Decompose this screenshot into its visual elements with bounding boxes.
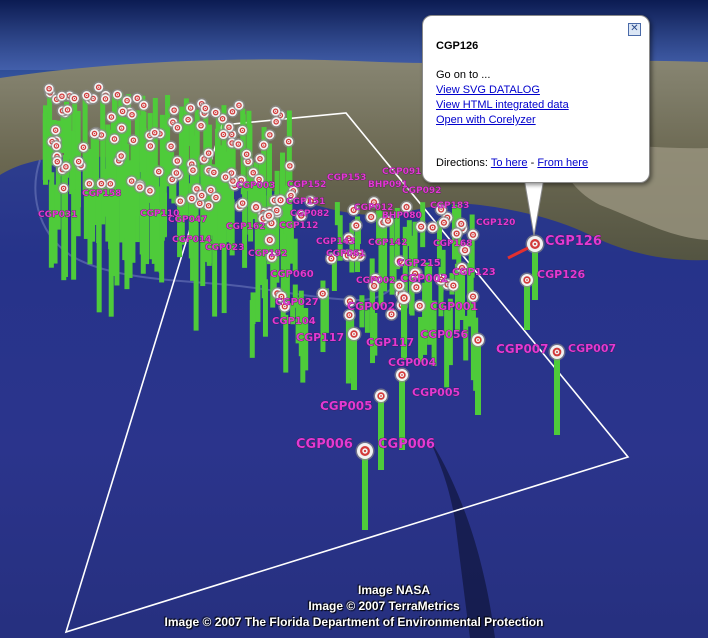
- station-label[interactable]: CGP123: [452, 267, 496, 279]
- balloon-title: CGP126: [436, 40, 479, 52]
- station-label[interactable]: CGP151: [286, 197, 326, 208]
- station-label[interactable]: BHP091: [368, 180, 408, 191]
- station-label[interactable]: CGP027: [275, 297, 319, 309]
- station-label[interactable]: CGP005: [412, 386, 461, 400]
- station-label[interactable]: CGP142: [368, 238, 408, 249]
- station-label[interactable]: CGP061: [326, 249, 366, 260]
- station-label[interactable]: CGP104: [272, 316, 316, 328]
- station-label[interactable]: CGP162: [226, 222, 266, 233]
- to-here-link[interactable]: To here: [491, 157, 528, 169]
- station-label[interactable]: CGP091: [382, 167, 422, 178]
- directions-row: Directions: To here - From here: [436, 157, 588, 169]
- station-label[interactable]: CGP005: [320, 399, 373, 414]
- attribution-line: Image NASA: [357, 583, 431, 597]
- station-label[interactable]: CGP192: [248, 249, 288, 260]
- map-view[interactable]: CGP126 CGP126 CGP007 CGP007 CGP006 CGP006 CGP0…: [0, 0, 708, 638]
- view-svg-datalog-link[interactable]: View SVG DATALOG: [436, 83, 569, 98]
- open-corelyzer-link[interactable]: Open with Corelyzer: [436, 113, 569, 128]
- station-label[interactable]: CGP082: [290, 209, 330, 220]
- station-label[interactable]: CGP002: [400, 272, 449, 286]
- station-label[interactable]: CGP006: [296, 437, 353, 453]
- station-label[interactable]: CGP023: [205, 243, 245, 254]
- go-on-label: Go on to ...: [436, 69, 491, 81]
- station-label[interactable]: CGP126: [537, 268, 586, 282]
- station-label[interactable]: CGP012: [354, 203, 394, 214]
- close-icon[interactable]: ✕: [628, 23, 641, 36]
- directions-separator: -: [530, 157, 535, 169]
- directions-label: Directions:: [436, 157, 488, 169]
- station-label[interactable]: CGP158: [82, 189, 122, 200]
- from-here-link[interactable]: From here: [537, 157, 588, 169]
- station-label[interactable]: CGP056: [420, 328, 469, 342]
- station-label[interactable]: CGP183: [430, 201, 470, 212]
- station-label[interactable]: CGP152: [287, 180, 327, 191]
- attribution-line: Image © 2007 TerraMetrics: [308, 599, 460, 613]
- station-label[interactable]: CGP117: [296, 331, 345, 345]
- station-label[interactable]: CGP007: [496, 342, 549, 357]
- station-label[interactable]: CGP092: [402, 186, 442, 197]
- station-label[interactable]: CGP143: [316, 237, 356, 248]
- station-label[interactable]: CGP004: [388, 356, 437, 370]
- balloon-tail: [523, 178, 545, 237]
- info-balloon: ✕ CGP126 Go on to ... View SVG DATALOG V…: [422, 15, 650, 183]
- station-label[interactable]: CGP001: [430, 300, 479, 314]
- station-label[interactable]: CGP007: [568, 342, 617, 356]
- station-label[interactable]: CGP031: [38, 210, 78, 221]
- station-label[interactable]: CGP120: [476, 218, 516, 229]
- station-label[interactable]: CGP002: [347, 300, 396, 314]
- station-label[interactable]: CGP117: [366, 336, 415, 350]
- station-label[interactable]: CGP006: [378, 437, 435, 453]
- station-label[interactable]: CGP168: [433, 239, 473, 250]
- station-label[interactable]: CGP153: [327, 173, 367, 184]
- imagery-attribution: Image NASA Image © 2007 TerraMetrics Ima…: [0, 582, 708, 630]
- station-label[interactable]: CGP002: [356, 276, 396, 287]
- view-html-data-link[interactable]: View HTML integrated data: [436, 98, 569, 113]
- balloon-links: View SVG DATALOG View HTML integrated da…: [436, 83, 569, 128]
- station-label[interactable]: CGP215: [397, 258, 441, 270]
- station-label[interactable]: CGP003: [236, 181, 276, 192]
- attribution-line: Image © 2007 The Florida Department of E…: [164, 615, 544, 629]
- station-label[interactable]: CGP126: [545, 234, 602, 250]
- station-label[interactable]: CGP060: [270, 269, 314, 281]
- station-label[interactable]: CGP110: [140, 209, 180, 220]
- station-label[interactable]: CGP112: [279, 221, 319, 232]
